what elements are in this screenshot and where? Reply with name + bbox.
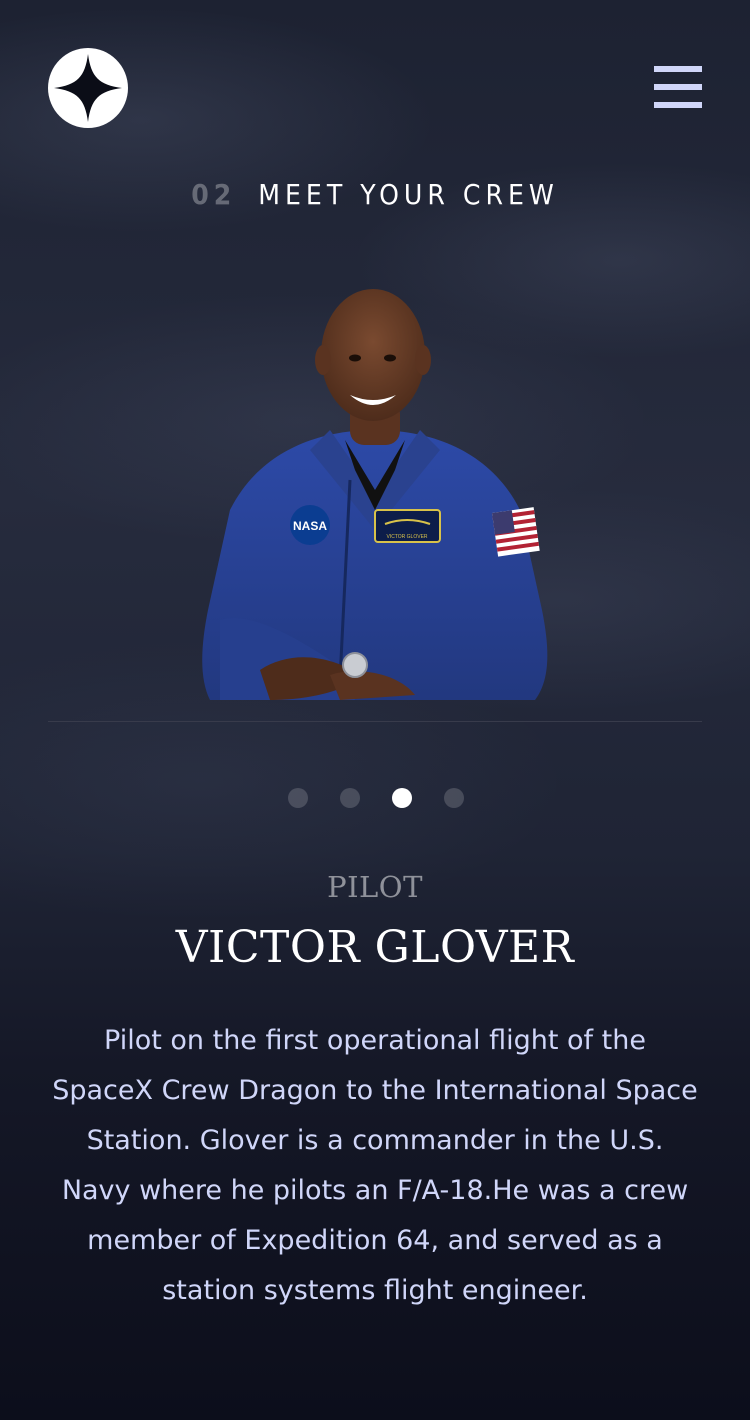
crew-dot-3-active[interactable] <box>392 788 412 808</box>
crew-dot-1[interactable] <box>288 788 308 808</box>
menu-bar <box>654 66 702 72</box>
page-number: 02 <box>191 178 237 211</box>
menu-bar <box>654 102 702 108</box>
crew-dot-2[interactable] <box>340 788 360 808</box>
home-logo[interactable] <box>48 48 128 128</box>
crew-role: PILOT <box>327 870 423 904</box>
crew-bio: Pilot on the first operational flight of… <box>52 1025 698 1306</box>
page-heading: 02 MEET YOUR CREW <box>0 178 750 211</box>
star-logo-icon <box>54 54 122 122</box>
crew-dot-4[interactable] <box>444 788 464 808</box>
photo-divider <box>48 721 702 722</box>
crew-member-photo: NASA VICTOR GLOVER <box>202 289 548 700</box>
page-title: MEET YOUR CREW <box>258 178 559 211</box>
name-badge-text: VICTOR GLOVER <box>386 534 427 540</box>
hamburger-menu-icon[interactable] <box>654 66 702 108</box>
menu-bar <box>654 84 702 90</box>
crew-name: VICTOR GLOVER <box>175 922 575 973</box>
crew-carousel-dots <box>288 788 464 808</box>
nasa-patch-text: NASA <box>293 519 327 533</box>
